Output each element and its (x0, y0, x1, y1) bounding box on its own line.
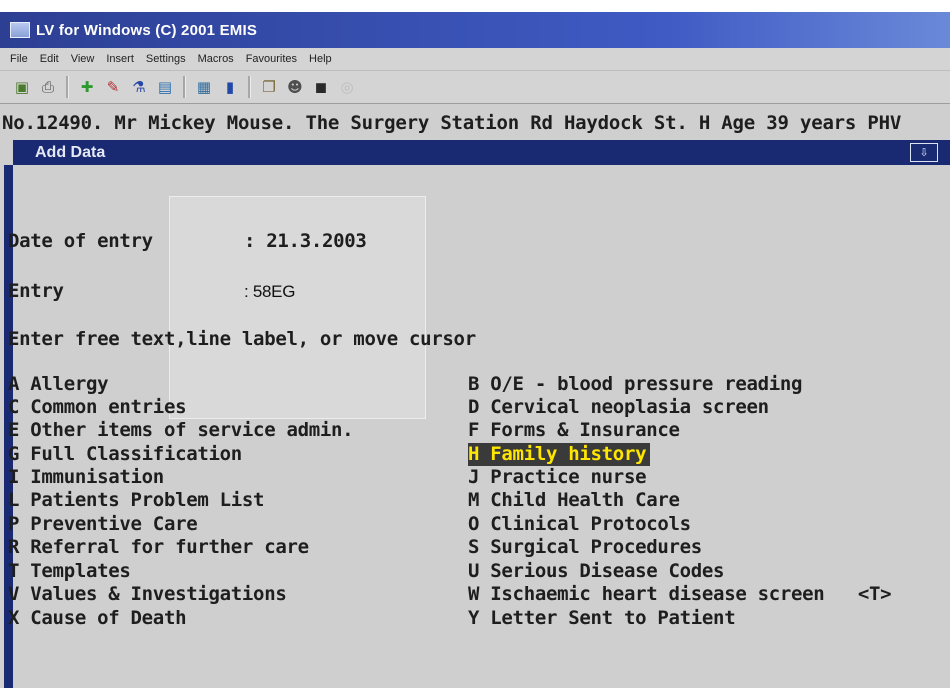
option-problem-list[interactable]: L Patients Problem List (8, 489, 265, 512)
add-data-header: Add Data ⇩ (13, 140, 950, 165)
window-title: LV for Windows (C) 2001 EMIS (36, 21, 258, 39)
menu-favourites[interactable]: Favourites (246, 53, 297, 65)
entry-label: Entry (8, 280, 64, 302)
entry-input[interactable]: : 58EG (244, 282, 295, 302)
option-service-admin[interactable]: E Other items of service admin. (8, 419, 354, 442)
option-letter-sent[interactable]: Y Letter Sent to Patient (468, 607, 736, 630)
date-value[interactable]: : 21.3.2003 (244, 230, 367, 252)
option-family-history-selected[interactable]: H Family history (468, 443, 651, 466)
folder-icon[interactable]: ▤ (153, 75, 177, 99)
panel-toggle-icon[interactable]: ⇩ (910, 143, 938, 162)
option-immunisation[interactable]: I Immunisation (8, 466, 164, 489)
chart-icon[interactable]: ▦ (192, 75, 216, 99)
toolbar: ▣ ⎙ ✚ ✎ ⚗ ▤ ▦ ▮ ❐ ☻ ◼ ◎ (0, 71, 950, 104)
option-referral[interactable]: R Referral for further care (8, 536, 309, 559)
toolbar-separator (183, 76, 186, 98)
app-icon (10, 22, 30, 38)
menu-macros[interactable]: Macros (198, 53, 234, 65)
menu-help[interactable]: Help (309, 53, 332, 65)
option-values-investigations[interactable]: V Values & Investigations (8, 583, 287, 606)
option-full-classification[interactable]: G Full Classification (8, 443, 242, 466)
option-forms-insurance[interactable]: F Forms & Insurance (468, 419, 680, 442)
option-blood-pressure[interactable]: B O/E - blood pressure reading (468, 373, 802, 396)
people-icon[interactable]: ☻ (283, 75, 307, 99)
menu-view[interactable]: View (71, 53, 95, 65)
patient-banner: No.12490. Mr Mickey Mouse. The Surgery S… (2, 112, 902, 134)
option-clinical-protocols[interactable]: O Clinical Protocols (468, 513, 691, 536)
option-allergy[interactable]: A Allergy (8, 373, 109, 396)
printer-icon[interactable]: ⎙ (36, 75, 60, 99)
patient-icon[interactable]: ▣ (10, 75, 34, 99)
menu-settings[interactable]: Settings (146, 53, 186, 65)
option-preventive-care[interactable]: P Preventive Care (8, 513, 198, 536)
bottle-icon[interactable]: ▮ (218, 75, 242, 99)
menu-insert[interactable]: Insert (106, 53, 134, 65)
option-cause-of-death[interactable]: X Cause of Death (8, 607, 187, 630)
prompt-text: Enter free text,line label, or move curs… (8, 328, 476, 350)
toolbar-separator (66, 76, 69, 98)
option-cervical-screen[interactable]: D Cervical neoplasia screen (468, 396, 769, 419)
copy-icon[interactable]: ❐ (257, 75, 281, 99)
flask-icon[interactable]: ⚗ (127, 75, 151, 99)
title-bar[interactable]: LV for Windows (C) 2001 EMIS (0, 12, 950, 48)
option-child-health[interactable]: M Child Health Care (468, 489, 680, 512)
toolbar-separator (248, 76, 251, 98)
option-serious-disease[interactable]: U Serious Disease Codes (468, 560, 725, 583)
option-templates[interactable]: T Templates (8, 560, 131, 583)
option-surgical-procedures[interactable]: S Surgical Procedures (468, 536, 702, 559)
record-icon[interactable]: ✎ (101, 75, 125, 99)
add-icon[interactable]: ✚ (75, 75, 99, 99)
menu-bar: File Edit View Insert Settings Macros Fa… (0, 48, 950, 71)
cd-icon[interactable]: ◎ (335, 75, 359, 99)
option-common-entries[interactable]: C Common entries (8, 396, 187, 419)
option-ischaemic-screen[interactable]: W Ischaemic heart disease screen <T> (468, 583, 892, 606)
option-practice-nurse[interactable]: J Practice nurse (468, 466, 647, 489)
date-label: Date of entry (8, 230, 153, 252)
menu-file[interactable]: File (10, 53, 28, 65)
menu-edit[interactable]: Edit (40, 53, 59, 65)
panel-title: Add Data (35, 143, 106, 161)
card-icon[interactable]: ◼ (309, 75, 333, 99)
emis-window: LV for Windows (C) 2001 EMIS File Edit V… (0, 12, 950, 688)
